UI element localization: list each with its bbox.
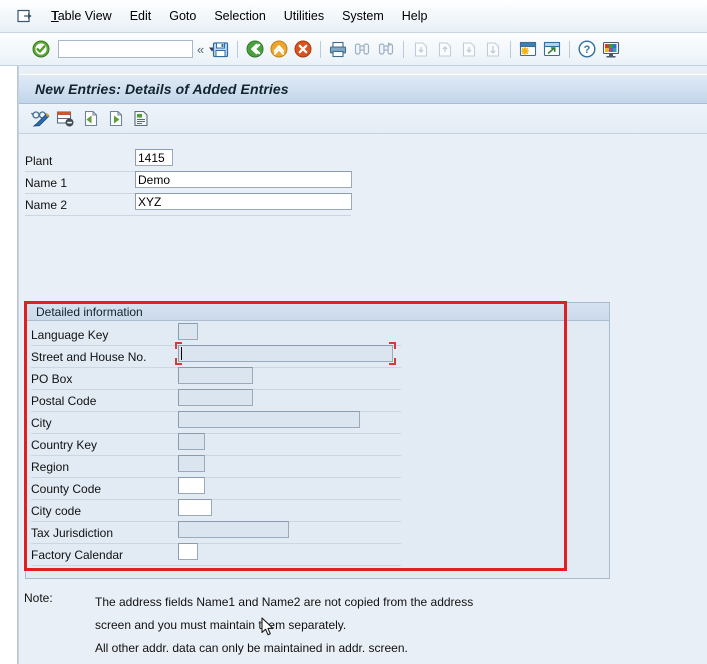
city-field[interactable] [178,411,360,428]
command-field[interactable] [58,40,215,58]
menu-item-table-view[interactable]: TTable View [42,6,121,26]
po-box-field[interactable] [178,367,253,384]
menu-item-selection[interactable]: Selection [205,6,274,26]
label-po-box: PO Box [31,372,73,386]
note-line-4: The changes can only be seen in the over… [95,660,473,664]
left-rail [0,66,18,664]
county-code-field[interactable] [178,477,205,494]
menu-label-goto: Goto [169,9,197,23]
label-plant: Plant [25,154,53,168]
tax-jurisdiction-field[interactable] [178,521,289,538]
note-line-2: screen and you must maintain them separa… [95,618,347,632]
details-document-icon[interactable] [129,108,152,130]
menu-label-table-view: Table View [51,9,112,23]
first-page-icon[interactable] [410,38,432,60]
menu-item-goto[interactable]: Goto [160,6,205,26]
previous-entry-icon[interactable] [79,108,102,130]
factory-calendar-field[interactable] [178,543,198,560]
plant-field[interactable] [135,149,173,166]
label-factory-calendar: Factory Calendar [31,548,124,562]
street-house-no-field[interactable] [178,345,393,362]
label-tax-jurisdiction: Tax Jurisdiction [31,526,114,540]
language-key-field[interactable] [178,323,198,340]
previous-page-icon[interactable] [434,38,456,60]
page-title: New Entries: Details of Added Entries [35,81,289,97]
postal-code-field[interactable] [178,389,253,406]
street-house-no-focus-marker [175,342,396,365]
menu-bar: TTable View Edit Goto Selection Utilitie… [0,0,707,33]
groupbox-header: Detailed information [26,303,609,321]
toolbar-separator [320,40,322,58]
save-disk-icon[interactable] [209,38,231,60]
find-next-binoculars-icon[interactable] [375,38,397,60]
note-line-1: The address fields Name1 and Name2 are n… [95,595,474,609]
form-row-country-key: Country Key [31,434,401,456]
display-change-glasses-pencil-icon[interactable] [29,108,52,130]
name1-field[interactable] [135,171,352,188]
menu-label-utilities: Utilities [283,9,325,23]
form-row-city-code: City code [31,500,401,522]
application-toolbar [19,104,707,134]
command-input[interactable] [59,41,207,57]
form-row-plant: Plant [25,150,351,172]
print-icon[interactable] [327,38,349,60]
country-key-field[interactable] [178,433,205,450]
menu-item-system[interactable]: System [333,6,393,26]
green-check-enter-icon[interactable] [30,38,52,60]
toolbar-separator [569,40,571,58]
create-shortcut-icon[interactable] [541,38,563,60]
label-region: Region [31,460,70,474]
name2-field[interactable] [135,193,352,210]
menu-item-help[interactable]: Help [393,6,437,26]
label-language-key: Language Key [31,328,109,342]
last-page-icon[interactable] [482,38,504,60]
cancel-red-x-icon[interactable] [292,38,314,60]
screen-body: New Entries: Details of Added Entries Pl… [0,66,707,664]
menu-label-help: Help [401,9,428,23]
exit-yellow-arrow-icon[interactable] [268,38,290,60]
label-city-code: City code [31,504,82,518]
note-label: Note: [24,591,53,605]
form-row-region: Region [31,456,401,478]
label-name2: Name 2 [25,198,68,212]
label-name1: Name 1 [25,176,68,190]
note-line-3: All other addr. data can only be maintai… [95,641,408,655]
text-caret [181,347,182,360]
label-county-code: County Code [31,482,102,496]
back-green-arrow-icon[interactable] [244,38,266,60]
svg-text:?: ? [584,44,591,56]
label-postal-code: Postal Code [31,394,97,408]
next-page-icon[interactable] [458,38,480,60]
toolbar-separator [237,40,239,58]
customize-local-layout-icon[interactable] [600,38,622,60]
groupbox-title: Detailed information [36,304,143,319]
region-field[interactable] [178,455,205,472]
label-country-key: Country Key [31,438,98,452]
form-row-factory-calendar: Factory Calendar [31,544,401,566]
screen-title-bar: New Entries: Details of Added Entries [19,74,707,104]
menu-label-selection: Selection [214,9,266,23]
form-area: Plant Name 1 Name 2 Detailed information… [19,134,707,664]
menu-item-edit[interactable]: Edit [121,6,161,26]
toolbar-separator [510,40,512,58]
note-text-block: The address fields Name1 and Name2 are n… [95,591,473,664]
sap-menu-icon[interactable] [14,6,36,26]
menu-label-system: System [342,9,384,23]
city-code-field[interactable] [178,499,212,516]
next-entry-icon[interactable] [104,108,127,130]
standard-toolbar: « ? [0,33,707,66]
help-question-icon[interactable]: ? [576,38,598,60]
menu-label-edit: Edit [129,9,152,23]
label-street-house-no: Street and House No. [31,350,147,364]
toolbar-separator [403,40,405,58]
table-variable-list-icon[interactable] [54,108,77,130]
form-row-language-key: Language Key [31,324,401,346]
menu-item-utilities[interactable]: Utilities [275,6,333,26]
create-new-session-icon[interactable] [517,38,539,60]
find-binoculars-icon[interactable] [351,38,373,60]
double-chevron-left-icon[interactable]: « [193,42,208,57]
label-city: City [31,416,52,430]
form-row-county-code: County Code [31,478,401,500]
